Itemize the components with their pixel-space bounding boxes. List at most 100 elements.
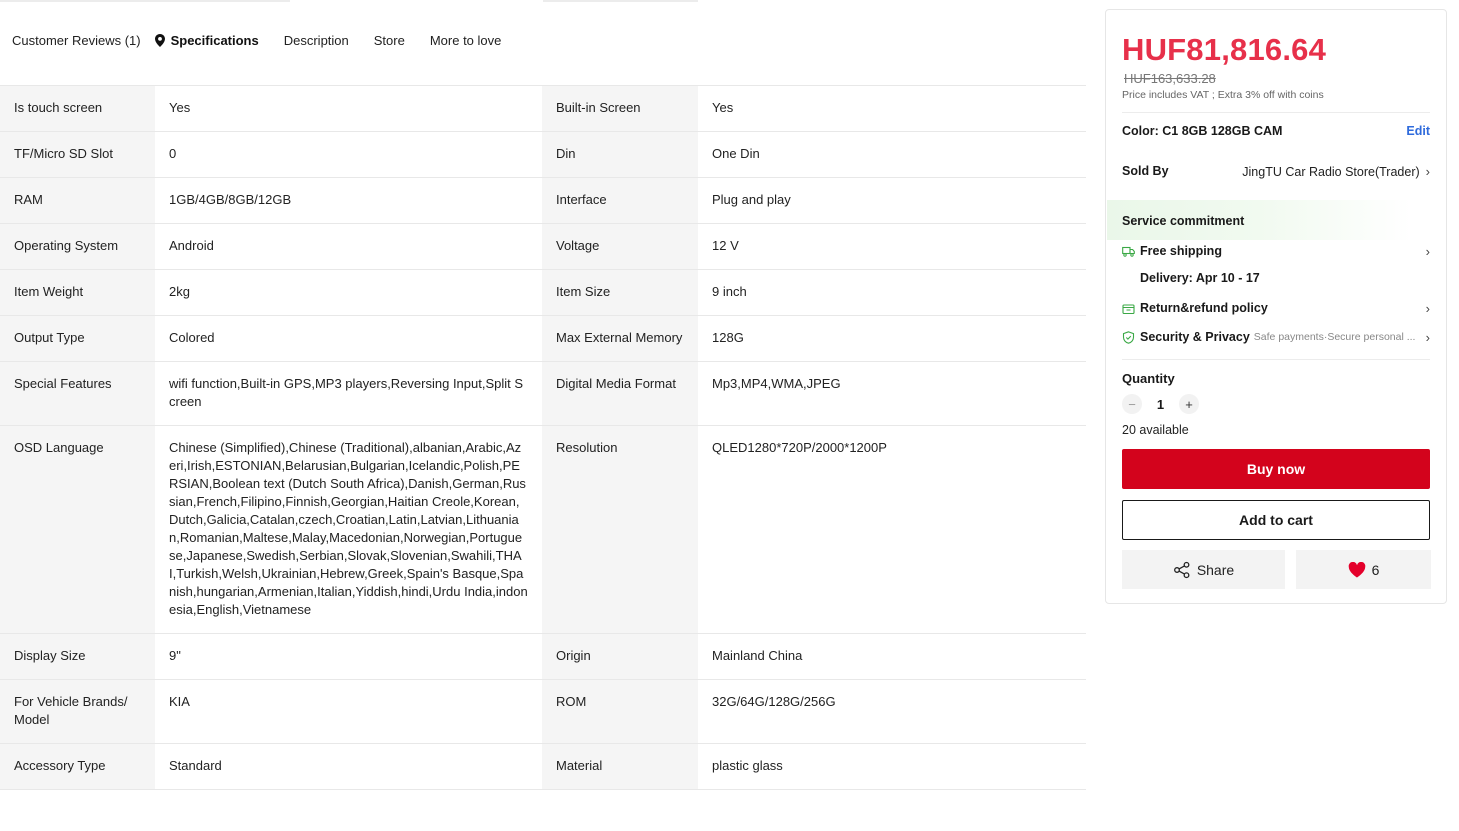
current-price: HUF81,816.64 (1122, 32, 1327, 67)
spec-row: RAM 1GB/4GB/8GB/12GB Interface Plug and … (0, 178, 1086, 224)
spec-row: TF/Micro SD Slot 0 Din One Din (0, 132, 1086, 178)
spec-key: Is touch screen (0, 86, 155, 131)
wishlist-count: 6 (1371, 561, 1380, 578)
heart-icon (1348, 561, 1365, 577)
spec-key: Accessory Type (0, 744, 155, 789)
specifications-section: Customer Reviews (1) Specifications Desc… (0, 0, 1086, 831)
color-selection-row: Color: C1 8GB 128GB CAM Edit (1122, 124, 1430, 138)
buy-now-button[interactable]: Buy now (1122, 449, 1430, 489)
return-box-icon (1122, 302, 1135, 315)
spec-value: Plug and play (698, 178, 1086, 223)
spec-key: Digital Media Format (542, 362, 698, 425)
product-page: Customer Reviews (1) Specifications Desc… (0, 0, 1459, 831)
original-price: HUF163,633.28 (1124, 71, 1216, 86)
spec-value: Chinese (Simplified),Chinese (Traditiona… (155, 426, 542, 633)
spec-value: plastic glass (698, 744, 1086, 789)
delivery-estimate: Delivery: Apr 10 - 17 (1140, 271, 1260, 285)
wishlist-button[interactable]: 6 (1296, 550, 1431, 589)
spec-key: Material (542, 744, 698, 789)
store-link[interactable]: JingTU Car Radio Store(Trader) › (1242, 164, 1430, 179)
spec-value: KIA (155, 680, 542, 743)
spec-row: For Vehicle Brands/ Model KIA ROM 32G/64… (0, 680, 1086, 744)
spec-value: Android (155, 224, 542, 269)
chevron-right-icon: › (1425, 329, 1430, 345)
spec-row: Item Weight 2kg Item Size 9 inch (0, 270, 1086, 316)
spec-value: 12 V (698, 224, 1086, 269)
spec-value: QLED1280*720P/2000*1200P (698, 426, 1086, 633)
spec-value: 32G/64G/128G/256G (698, 680, 1086, 743)
spec-key: Max External Memory (542, 316, 698, 361)
buy-box: HUF81,816.64 HUF163,633.28 Price include… (1105, 9, 1447, 604)
tab-specifications[interactable]: Specifications (154, 32, 259, 48)
spec-key: Item Size (542, 270, 698, 315)
free-shipping-row[interactable]: Free shipping › (1122, 244, 1430, 259)
spec-key: TF/Micro SD Slot (0, 132, 155, 177)
spec-key: Item Weight (0, 270, 155, 315)
spec-key: Output Type (0, 316, 155, 361)
spec-key: Display Size (0, 634, 155, 679)
tab-more-to-love[interactable]: More to love (430, 33, 502, 48)
quantity-stepper: − 1 + (1122, 394, 1199, 414)
spec-key: RAM (0, 178, 155, 223)
share-label: Share (1196, 561, 1235, 578)
spec-value: One Din (698, 132, 1086, 177)
spec-row: Output Type Colored Max External Memory … (0, 316, 1086, 362)
spec-value: wifi function,Built-in GPS,MP3 players,R… (155, 362, 542, 425)
shield-icon (1122, 330, 1135, 344)
add-to-cart-button[interactable]: Add to cart (1122, 500, 1430, 540)
spec-key: Special Features (0, 362, 155, 425)
spec-row: OSD Language Chinese (Simplified),Chines… (0, 426, 1086, 634)
edit-color-link[interactable]: Edit (1406, 124, 1430, 138)
spec-value: Yes (155, 86, 542, 131)
spec-value: Yes (698, 86, 1086, 131)
security-privacy-title: Security & Privacy (1140, 330, 1250, 344)
location-pin-icon (154, 33, 165, 47)
color-label: Color: C1 8GB 128GB CAM (1122, 124, 1283, 138)
top-edge-strip (0, 0, 290, 2)
quantity-decrease-button[interactable]: − (1122, 394, 1142, 414)
chevron-right-icon: › (1425, 300, 1430, 316)
tab-customer-reviews[interactable]: Customer Reviews (1) (12, 33, 141, 48)
spec-key: Resolution (542, 426, 698, 633)
tab-store[interactable]: Store (374, 33, 405, 48)
tab-description[interactable]: Description (284, 33, 349, 48)
spec-row: Operating System Android Voltage 12 V (0, 224, 1086, 270)
spec-value: 2kg (155, 270, 542, 315)
spec-key: Voltage (542, 224, 698, 269)
sold-by-row: Sold By JingTU Car Radio Store(Trader) › (1122, 164, 1430, 179)
tab-label: Specifications (170, 32, 259, 48)
spec-value: 0 (155, 132, 542, 177)
spec-value: 9" (155, 634, 542, 679)
available-stock: 20 available (1122, 423, 1189, 437)
product-tabs: Customer Reviews (1) Specifications Desc… (0, 22, 526, 58)
spec-key: For Vehicle Brands/ Model (0, 680, 155, 743)
sold-by-label: Sold By (1122, 164, 1169, 178)
store-name: JingTU Car Radio Store(Trader) (1242, 164, 1420, 179)
spec-key: OSD Language (0, 426, 155, 633)
spec-table: Is touch screen Yes Built-in Screen Yes … (0, 85, 1086, 790)
spec-key: Built-in Screen (542, 86, 698, 131)
spec-row: Accessory Type Standard Material plastic… (0, 744, 1086, 790)
spec-value: 9 inch (698, 270, 1086, 315)
spec-value: 128G (698, 316, 1086, 361)
divider (1122, 112, 1430, 113)
spec-value: Standard (155, 744, 542, 789)
service-commitment-title: Service commitment (1122, 214, 1245, 228)
vat-note: Price includes VAT ; Extra 3% off with c… (1122, 89, 1324, 101)
spec-row: Display Size 9" Origin Mainland China (0, 634, 1086, 680)
security-privacy-row[interactable]: Security & Privacy Safe payments·Secure … (1122, 329, 1430, 345)
quantity-value[interactable]: 1 (1142, 397, 1179, 412)
spec-key: Origin (542, 634, 698, 679)
spec-value: 1GB/4GB/8GB/12GB (155, 178, 542, 223)
share-icon (1173, 561, 1190, 578)
spec-row: Is touch screen Yes Built-in Screen Yes (0, 86, 1086, 132)
return-policy-row[interactable]: Return&refund policy › (1122, 300, 1430, 316)
divider (1122, 359, 1430, 360)
truck-icon (1122, 245, 1135, 258)
quantity-increase-button[interactable]: + (1179, 394, 1199, 414)
spec-key: ROM (542, 680, 698, 743)
spec-value: Mainland China (698, 634, 1086, 679)
share-button[interactable]: Share (1122, 550, 1285, 589)
spec-row: Special Features wifi function,Built-in … (0, 362, 1086, 426)
chevron-right-icon: › (1425, 164, 1430, 179)
